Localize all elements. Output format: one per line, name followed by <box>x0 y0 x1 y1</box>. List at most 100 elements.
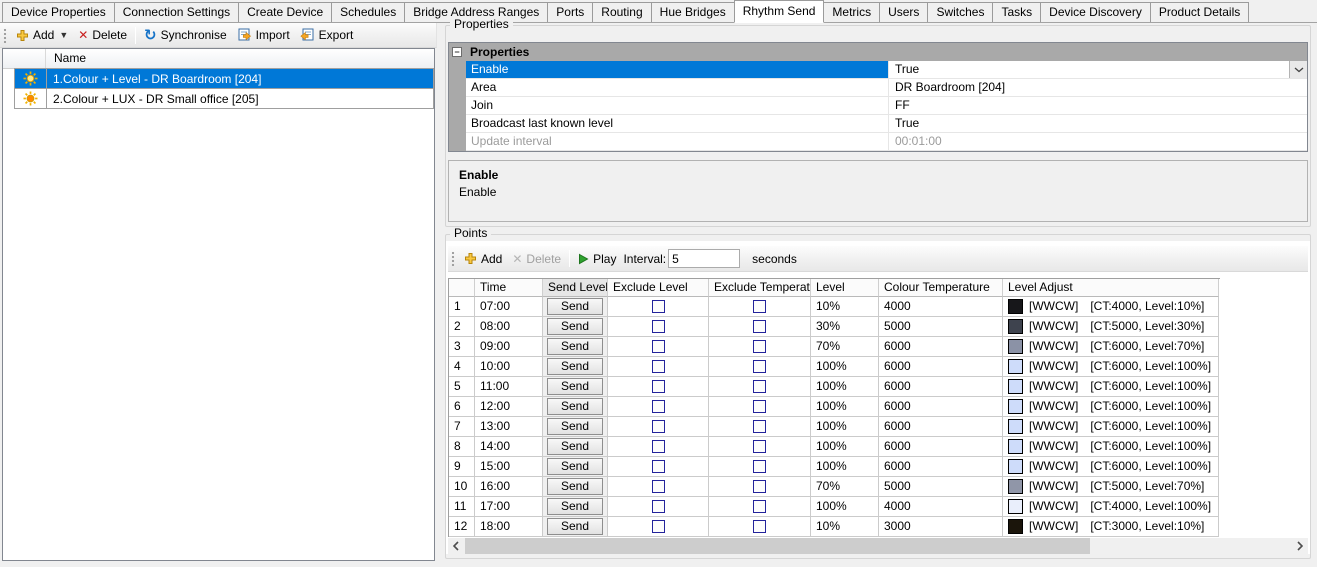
exclude-temperature-checkbox[interactable] <box>753 320 766 333</box>
exclude-level-checkbox[interactable] <box>651 420 665 433</box>
column-header-exclude-temperature[interactable]: Exclude Temperature <box>709 279 811 297</box>
level-adjust-cell[interactable]: [WWCW] [CT:6000, Level:100%] <box>1003 357 1219 377</box>
level-cell[interactable]: 70% <box>811 337 879 357</box>
time-cell[interactable]: 11:00 <box>475 377 543 397</box>
send-button[interactable]: Send <box>547 338 603 355</box>
column-header-time[interactable]: Time <box>475 279 543 297</box>
colour-temperature-cell[interactable]: 6000 <box>879 457 1003 477</box>
interval-input[interactable] <box>668 249 741 268</box>
add-dropdown-caret-icon[interactable]: ▼ <box>59 30 68 40</box>
property-value[interactable]: FF <box>889 97 1307 114</box>
tab-device-properties[interactable]: Device Properties <box>2 2 115 22</box>
exclude-level-checkbox[interactable] <box>651 380 665 393</box>
property-row[interactable]: Broadcast last known level True <box>466 115 1307 133</box>
send-button[interactable]: Send <box>547 418 603 435</box>
play-button[interactable]: Play <box>573 250 621 268</box>
scrollbar-track[interactable] <box>464 538 1292 554</box>
column-header-colour-temperature[interactable]: Colour Temperature <box>879 279 1003 297</box>
send-button[interactable]: Send <box>547 298 603 315</box>
colour-temperature-cell[interactable]: 5000 <box>879 477 1003 497</box>
time-cell[interactable]: 09:00 <box>475 337 543 357</box>
column-header-row-number[interactable] <box>449 279 475 297</box>
exclude-temperature-checkbox[interactable] <box>753 400 766 413</box>
dropdown-button[interactable] <box>1289 61 1307 78</box>
send-button[interactable]: Send <box>547 378 603 395</box>
colour-temperature-cell[interactable]: 6000 <box>879 337 1003 357</box>
exclude-level-checkbox[interactable] <box>651 460 665 473</box>
synchronise-button[interactable]: ↻ Synchronise <box>139 26 232 44</box>
tab-connection-settings[interactable]: Connection Settings <box>113 2 240 22</box>
time-cell[interactable]: 15:00 <box>475 457 543 477</box>
property-value[interactable]: True <box>889 115 1307 132</box>
tab-hue-bridges[interactable]: Hue Bridges <box>650 2 735 22</box>
exclude-temperature-checkbox[interactable] <box>753 440 766 453</box>
level-cell[interactable]: 30% <box>811 317 879 337</box>
column-header-send-level[interactable]: Send Level <box>543 279 608 297</box>
horizontal-scrollbar[interactable] <box>448 538 1308 554</box>
exclude-temperature-checkbox[interactable] <box>753 300 766 313</box>
tab-users[interactable]: Users <box>879 2 929 22</box>
collapse-icon[interactable]: − <box>452 47 462 57</box>
time-cell[interactable]: 08:00 <box>475 317 543 337</box>
exclude-temperature-checkbox[interactable] <box>753 460 766 473</box>
time-cell[interactable]: 18:00 <box>475 517 543 537</box>
exclude-temperature-checkbox[interactable] <box>753 520 766 533</box>
send-button[interactable]: Send <box>547 398 603 415</box>
column-header-level-adjust[interactable]: Level Adjust <box>1003 279 1219 297</box>
exclude-level-checkbox[interactable] <box>651 340 665 353</box>
points-add-button[interactable]: Add <box>459 250 507 268</box>
tab-metrics[interactable]: Metrics <box>823 2 881 22</box>
tab-product-details[interactable]: Product Details <box>1149 2 1250 22</box>
tab-device-discovery[interactable]: Device Discovery <box>1040 2 1151 22</box>
tab-ports[interactable]: Ports <box>547 2 594 22</box>
colour-temperature-cell[interactable]: 6000 <box>879 417 1003 437</box>
level-cell[interactable]: 100% <box>811 497 879 517</box>
delete-button[interactable]: ✕ Delete <box>73 26 132 44</box>
level-adjust-cell[interactable]: [WWCW] [CT:4000, Level:100%] <box>1003 497 1219 517</box>
list-item[interactable]: 2.Colour + LUX - DR Small office [205] <box>14 88 434 109</box>
colour-temperature-cell[interactable]: 5000 <box>879 317 1003 337</box>
exclude-temperature-checkbox[interactable] <box>753 420 766 433</box>
name-column-header[interactable]: Name <box>46 49 86 68</box>
column-header-level[interactable]: Level <box>811 279 879 297</box>
send-button[interactable]: Send <box>547 518 603 535</box>
property-value[interactable]: DR Boardroom [204] <box>889 79 1307 96</box>
send-button[interactable]: Send <box>547 318 603 335</box>
property-value[interactable]: True <box>889 61 1307 78</box>
time-cell[interactable]: 17:00 <box>475 497 543 517</box>
level-cell[interactable]: 100% <box>811 457 879 477</box>
exclude-level-checkbox[interactable] <box>651 360 665 373</box>
level-adjust-cell[interactable]: [WWCW] [CT:6000, Level:100%] <box>1003 457 1219 477</box>
list-item[interactable]: 1.Colour + Level - DR Boardroom [204] <box>14 68 434 89</box>
time-cell[interactable]: 12:00 <box>475 397 543 417</box>
exclude-level-checkbox[interactable] <box>651 400 665 413</box>
exclude-level-checkbox[interactable] <box>651 480 665 493</box>
send-button[interactable]: Send <box>547 478 603 495</box>
property-row[interactable]: Area DR Boardroom [204] <box>466 79 1307 97</box>
level-cell[interactable]: 100% <box>811 377 879 397</box>
level-adjust-cell[interactable]: [WWCW] [CT:6000, Level:100%] <box>1003 397 1219 417</box>
exclude-temperature-checkbox[interactable] <box>753 480 766 493</box>
level-cell[interactable]: 100% <box>811 437 879 457</box>
level-adjust-cell[interactable]: [WWCW] [CT:6000, Level:100%] <box>1003 377 1219 397</box>
tab-schedules[interactable]: Schedules <box>331 2 406 22</box>
colour-temperature-cell[interactable]: 6000 <box>879 357 1003 377</box>
scrollbar-thumb[interactable] <box>465 538 1090 554</box>
import-button[interactable]: Import <box>232 26 295 44</box>
level-adjust-cell[interactable]: [WWCW] [CT:4000, Level:10%] <box>1003 297 1219 317</box>
colour-temperature-cell[interactable]: 4000 <box>879 497 1003 517</box>
time-cell[interactable]: 10:00 <box>475 357 543 377</box>
time-cell[interactable]: 14:00 <box>475 437 543 457</box>
colour-temperature-cell[interactable]: 6000 <box>879 377 1003 397</box>
tab-rhythm-send[interactable]: Rhythm Send <box>733 0 825 23</box>
level-adjust-cell[interactable]: [WWCW] [CT:6000, Level:70%] <box>1003 337 1219 357</box>
property-row[interactable]: Update interval 00:01:00 <box>466 133 1307 151</box>
exclude-level-checkbox[interactable] <box>651 500 665 513</box>
send-button[interactable]: Send <box>547 438 603 455</box>
exclude-level-checkbox[interactable] <box>651 300 665 313</box>
level-adjust-cell[interactable]: [WWCW] [CT:5000, Level:30%] <box>1003 317 1219 337</box>
time-cell[interactable]: 13:00 <box>475 417 543 437</box>
exclude-level-checkbox[interactable] <box>651 320 665 333</box>
level-adjust-cell[interactable]: [WWCW] [CT:3000, Level:10%] <box>1003 517 1219 537</box>
toolbar-grip[interactable] <box>3 27 7 43</box>
